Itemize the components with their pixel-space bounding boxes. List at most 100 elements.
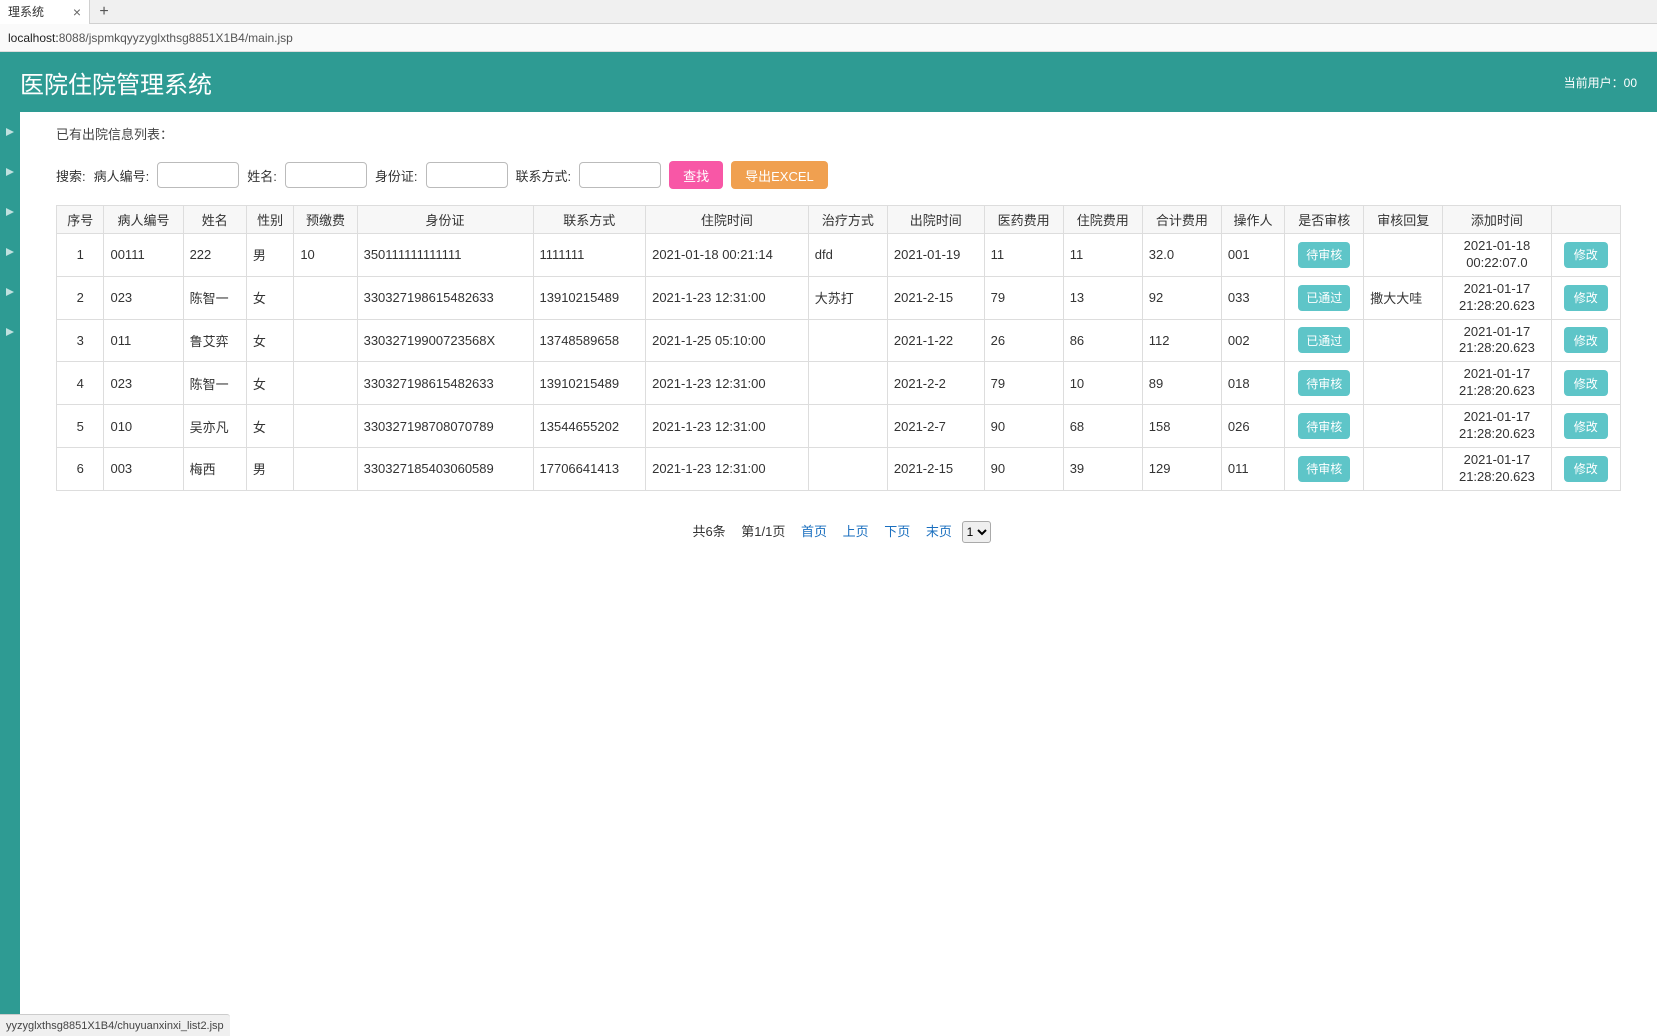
cell-pno: 010 bbox=[104, 405, 183, 448]
pager-page: 第1/1页 bbox=[741, 524, 785, 539]
cell-treat: dfd bbox=[808, 234, 887, 277]
search-prefix: 搜索: bbox=[56, 166, 86, 185]
cell-total: 112 bbox=[1142, 319, 1221, 362]
cell-contact: 13544655202 bbox=[533, 405, 646, 448]
cell-reply bbox=[1364, 319, 1443, 362]
table-row: 4023陈智一女33032719861548263313910215489202… bbox=[57, 362, 1621, 405]
cell-pno: 023 bbox=[104, 362, 183, 405]
cell-med: 26 bbox=[984, 319, 1063, 362]
contact-label: 联系方式: bbox=[516, 166, 572, 185]
cell-hosp: 39 bbox=[1063, 447, 1142, 490]
cell-contact: 13910215489 bbox=[533, 362, 646, 405]
sidebar-toggle-6[interactable] bbox=[0, 312, 20, 352]
cell-med: 90 bbox=[984, 405, 1063, 448]
table-header-row: 序号病人编号姓名性别预缴费身份证联系方式住院时间治疗方式出院时间医药费用住院费用… bbox=[57, 206, 1621, 234]
cell-treat bbox=[808, 362, 887, 405]
search-button[interactable]: 查找 bbox=[669, 161, 723, 189]
cell-reply bbox=[1364, 234, 1443, 277]
status-button[interactable]: 待审核 bbox=[1298, 456, 1350, 482]
cell-prepay bbox=[294, 447, 357, 490]
cell-add-time: 2021-01-1721:28:20.623 bbox=[1443, 276, 1551, 319]
idcard-input[interactable] bbox=[426, 162, 508, 188]
cell-in_time: 2021-1-23 12:31:00 bbox=[646, 276, 809, 319]
status-button[interactable]: 待审核 bbox=[1298, 370, 1350, 396]
pager-select[interactable]: 1 bbox=[962, 521, 991, 543]
browser-url-bar[interactable]: localhost:8088/jspmkqyyzyglxthsg8851X1B4… bbox=[0, 24, 1657, 52]
name-input[interactable] bbox=[285, 162, 367, 188]
cell-total: 92 bbox=[1142, 276, 1221, 319]
status-button[interactable]: 已通过 bbox=[1298, 285, 1350, 311]
status-button[interactable]: 待审核 bbox=[1298, 242, 1350, 268]
cell-id: 330327198615482633 bbox=[357, 276, 533, 319]
cell-in_time: 2021-01-18 00:21:14 bbox=[646, 234, 809, 277]
table-header-cell: 序号 bbox=[57, 206, 104, 234]
edit-button[interactable]: 修改 bbox=[1564, 413, 1608, 439]
cell-name: 梅西 bbox=[183, 447, 246, 490]
contact-input[interactable] bbox=[579, 162, 661, 188]
pager-prev[interactable]: 上页 bbox=[843, 524, 869, 539]
search-row: 搜索: 病人编号: 姓名: 身份证: 联系方式: 查找 导出EXCEL bbox=[56, 161, 1621, 189]
cell-med: 79 bbox=[984, 362, 1063, 405]
cell-id: 33032719900723568X bbox=[357, 319, 533, 362]
cell-in_time: 2021-1-23 12:31:00 bbox=[646, 447, 809, 490]
data-table: 序号病人编号姓名性别预缴费身份证联系方式住院时间治疗方式出院时间医药费用住院费用… bbox=[56, 205, 1621, 491]
cell-reply bbox=[1364, 447, 1443, 490]
table-header-cell: 性别 bbox=[246, 206, 293, 234]
edit-button[interactable]: 修改 bbox=[1564, 327, 1608, 353]
cell-id: 330327198615482633 bbox=[357, 362, 533, 405]
table-header-cell: 病人编号 bbox=[104, 206, 183, 234]
sidebar-toggle-4[interactable] bbox=[0, 232, 20, 272]
cell-hosp: 10 bbox=[1063, 362, 1142, 405]
pager-next[interactable]: 下页 bbox=[884, 524, 910, 539]
cell-seq: 1 bbox=[57, 234, 104, 277]
cell-status: 已通过 bbox=[1285, 276, 1364, 319]
cell-out_time: 2021-2-7 bbox=[887, 405, 984, 448]
close-icon[interactable]: × bbox=[73, 4, 81, 20]
cell-in_time: 2021-1-23 12:31:00 bbox=[646, 362, 809, 405]
edit-button[interactable]: 修改 bbox=[1564, 370, 1608, 396]
cell-treat: 大苏打 bbox=[808, 276, 887, 319]
sidebar-toggle-2[interactable] bbox=[0, 152, 20, 192]
sidebar-toggle-1[interactable] bbox=[0, 112, 20, 152]
sidebar-toggle-5[interactable] bbox=[0, 272, 20, 312]
table-header-cell: 预缴费 bbox=[294, 206, 357, 234]
pager-last[interactable]: 末页 bbox=[926, 524, 952, 539]
browser-status-bar: yyzyglxthsg8851X1B4/chuyuanxinxi_list2.j… bbox=[0, 1014, 230, 1036]
cell-out_time: 2021-2-2 bbox=[887, 362, 984, 405]
edit-button[interactable]: 修改 bbox=[1564, 242, 1608, 268]
browser-tab[interactable]: 理系统 × bbox=[0, 0, 90, 24]
patient-no-label: 病人编号: bbox=[94, 166, 150, 185]
cell-add-time: 2021-01-1800:22:07.0 bbox=[1443, 234, 1551, 277]
cell-edit: 修改 bbox=[1551, 234, 1621, 277]
cell-name: 鲁艾弈 bbox=[183, 319, 246, 362]
cell-hosp: 13 bbox=[1063, 276, 1142, 319]
edit-button[interactable]: 修改 bbox=[1564, 456, 1608, 482]
sidebar-toggle-3[interactable] bbox=[0, 192, 20, 232]
table-header-cell: 住院费用 bbox=[1063, 206, 1142, 234]
cell-prepay: 10 bbox=[294, 234, 357, 277]
cell-add-time: 2021-01-1721:28:20.623 bbox=[1443, 447, 1551, 490]
name-label: 姓名: bbox=[247, 166, 277, 185]
cell-contact: 13748589658 bbox=[533, 319, 646, 362]
cell-seq: 3 bbox=[57, 319, 104, 362]
cell-sex: 男 bbox=[246, 447, 293, 490]
app-header: 医院住院管理系统 当前用户：00 bbox=[0, 52, 1657, 112]
cell-sex: 女 bbox=[246, 276, 293, 319]
pager-first[interactable]: 首页 bbox=[801, 524, 827, 539]
cell-op: 026 bbox=[1221, 405, 1284, 448]
status-button[interactable]: 待审核 bbox=[1298, 413, 1350, 439]
table-header-cell: 合计费用 bbox=[1142, 206, 1221, 234]
cell-name: 陈智一 bbox=[183, 276, 246, 319]
cell-seq: 4 bbox=[57, 362, 104, 405]
cell-in_time: 2021-1-25 05:10:00 bbox=[646, 319, 809, 362]
new-tab-button[interactable]: + bbox=[90, 3, 118, 21]
export-excel-button[interactable]: 导出EXCEL bbox=[731, 161, 828, 189]
browser-tab-bar: 理系统 × + bbox=[0, 0, 1657, 24]
cell-reply bbox=[1364, 362, 1443, 405]
edit-button[interactable]: 修改 bbox=[1564, 285, 1608, 311]
cell-hosp: 68 bbox=[1063, 405, 1142, 448]
cell-treat bbox=[808, 447, 887, 490]
status-button[interactable]: 已通过 bbox=[1298, 327, 1350, 353]
cell-name: 陈智一 bbox=[183, 362, 246, 405]
patient-no-input[interactable] bbox=[157, 162, 239, 188]
